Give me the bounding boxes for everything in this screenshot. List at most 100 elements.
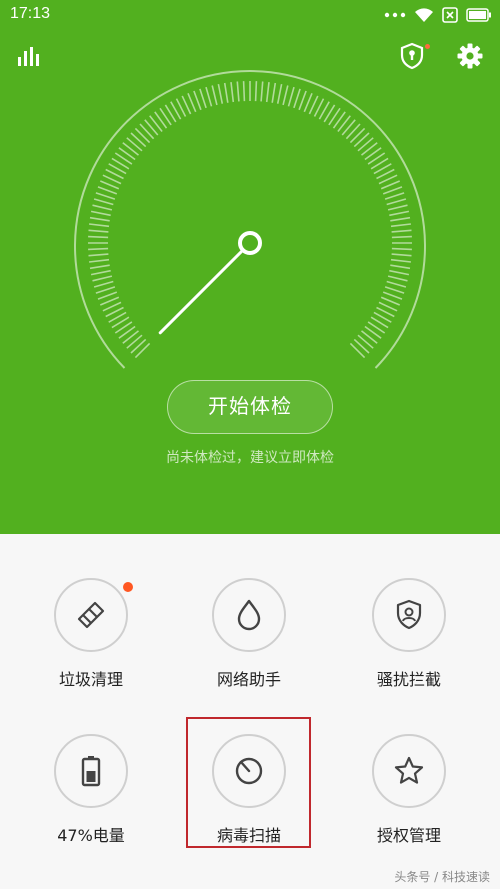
gauge-tick [389, 269, 410, 276]
gauge-tick [199, 88, 207, 109]
highlight-box [186, 717, 311, 848]
tool-circle [54, 734, 128, 808]
gauge-tick [230, 82, 235, 103]
gauge-needle [158, 241, 252, 335]
gauge-tick [391, 235, 412, 239]
gauge-tick [242, 81, 246, 102]
notification-dot [123, 582, 133, 592]
watermark: 头条号 / 科技速读 [394, 870, 490, 884]
gauge-tick [282, 85, 289, 106]
tool-junk-cleanup[interactable]: 垃圾清理 [14, 578, 174, 718]
start-checkup-button[interactable]: 开始体检 [167, 380, 333, 434]
gauge-tick [89, 258, 110, 263]
gauge-tick [130, 338, 147, 354]
tool-label: 网络助手 [216, 670, 281, 689]
gauge-tick [95, 286, 116, 294]
tool-circle [54, 578, 128, 652]
tool-label: 垃圾清理 [58, 670, 123, 689]
gauge-tick [382, 186, 403, 195]
gauge-tick [276, 83, 283, 104]
tool-label: 授权管理 [376, 826, 441, 845]
gauge-outer-arc [74, 70, 426, 369]
gauge-tick [390, 216, 411, 222]
gauge-tick [144, 119, 159, 136]
gauge-tick [353, 338, 370, 354]
gauge-tick [391, 253, 412, 257]
gauge-tick [293, 88, 301, 109]
gauge-tick [357, 334, 374, 349]
tool-circle [372, 734, 446, 808]
gauge-tick [349, 342, 366, 359]
gauge-tick [211, 85, 218, 106]
gauge-tick [387, 275, 408, 282]
gauge-tick [357, 137, 374, 152]
tool-network-assistant[interactable]: 网络助手 [172, 578, 332, 718]
gauge-tick [390, 264, 411, 270]
gauge-tick [387, 204, 408, 211]
header-panel: 17:13 开始体检 尚未体检过，建议立即体检 [0, 0, 500, 534]
gauge-tick [353, 132, 370, 148]
gauge-tick [88, 229, 109, 233]
gauge-tick [89, 223, 110, 228]
gauge-ticks [88, 81, 412, 359]
gauge-tick [223, 82, 229, 103]
gauge-tick [90, 210, 111, 217]
battery-icon [81, 756, 101, 787]
tool-battery[interactable]: 47%电量 [14, 734, 174, 874]
gauge-tick [236, 81, 240, 102]
brush-icon [77, 601, 105, 629]
gauge-tick [90, 269, 111, 276]
tool-label: 47%电量 [57, 826, 125, 845]
gauge-tick [298, 90, 307, 111]
gauge-tick [271, 82, 277, 103]
gauge-tick [95, 192, 116, 200]
tool-circle [372, 578, 446, 652]
gauge-tick [139, 123, 155, 140]
gauge-tick [386, 280, 407, 288]
gauge-tick [92, 275, 113, 282]
gauge-tick [93, 280, 114, 288]
tool-label: 骚扰拦截 [376, 670, 441, 689]
gauge-tick [134, 127, 151, 144]
gauge-tick [341, 119, 356, 136]
gauge-tick [89, 264, 110, 270]
gauge-pivot [238, 231, 262, 255]
gauge-tick [88, 247, 109, 251]
gauge-tick [265, 82, 270, 103]
gauge-tick [260, 81, 264, 102]
gauge-tick [88, 253, 109, 257]
gauge-tick [390, 223, 411, 228]
gauge-tick [287, 86, 295, 107]
gauge-tick [386, 198, 407, 206]
checkup-hint: 尚未体检过，建议立即体检 [166, 450, 334, 466]
gauge-tick [97, 291, 118, 300]
gauge-tick [93, 198, 114, 206]
gauge-tick [217, 83, 224, 104]
gauge-tick [126, 334, 143, 349]
gauge-tick [97, 186, 118, 195]
gauge-tick [390, 258, 411, 263]
gauge-tick [126, 137, 143, 152]
gauge-tick [193, 90, 202, 111]
gauge-tick [345, 123, 361, 140]
gauge-tick [391, 247, 412, 251]
gauge-tick [384, 192, 405, 200]
gauge-tick [92, 204, 113, 211]
gauge-tick [130, 132, 147, 148]
gauge-tick [254, 81, 258, 102]
gauge-tick [382, 291, 403, 300]
gauge-tick [349, 127, 366, 144]
drop-icon [237, 599, 261, 631]
gauge-tick [391, 229, 412, 233]
gauge-tick [134, 342, 151, 359]
gauge-tick [88, 235, 109, 239]
tool-circle [212, 578, 286, 652]
gauge-tick [89, 216, 110, 222]
tool-harassment-block[interactable]: 骚扰拦截 [332, 578, 492, 718]
star-icon [394, 756, 424, 784]
shield-user-icon [396, 599, 422, 630]
gauge-tick [384, 286, 405, 294]
tool-permission-manage[interactable]: 授权管理 [332, 734, 492, 874]
gauge-tick [389, 210, 410, 217]
gauge-tick [205, 86, 213, 107]
